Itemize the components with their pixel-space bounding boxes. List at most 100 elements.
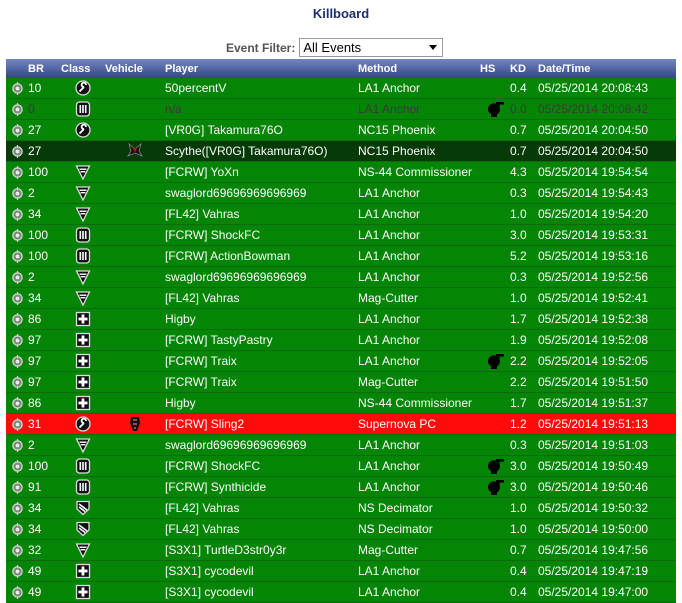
- method-cell: NS Decimator: [358, 501, 433, 515]
- player-link[interactable]: [FCRW] Sling2: [165, 417, 358, 431]
- datetime-cell: 05/25/2014 19:52:41: [538, 291, 649, 305]
- locate-icon[interactable]: [11, 81, 24, 95]
- class-cell: [61, 479, 105, 495]
- locate-icon[interactable]: [11, 354, 24, 368]
- table-row[interactable]: 100 [FCRW] ActionBowman LA1 Anchor 5.2 05/25…: [6, 246, 676, 267]
- locate-icon[interactable]: [11, 396, 24, 410]
- locate-icon[interactable]: [11, 291, 24, 305]
- player-link[interactable]: [S3X1] TurtleD3str0y3r: [165, 543, 358, 557]
- datetime-cell: 05/25/2014 19:54:43: [538, 186, 649, 200]
- locate-icon[interactable]: [11, 585, 24, 599]
- medic-icon: [75, 395, 91, 411]
- table-row[interactable]: 2 swaglord69696969696969 LA1 Anchor 0.3 05/2…: [6, 183, 676, 204]
- table-row[interactable]: 97 [FCRW] Traix Mag-Cutter 2.2 05/25/2014 19…: [6, 372, 676, 393]
- player-link[interactable]: 50percentV: [165, 81, 358, 95]
- locate-icon[interactable]: [11, 144, 24, 158]
- locate-icon[interactable]: [11, 543, 24, 557]
- column-header-hs[interactable]: HS: [480, 63, 510, 75]
- player-link[interactable]: [FL42] Vahras: [165, 522, 358, 536]
- locate-icon[interactable]: [11, 480, 24, 494]
- player-link[interactable]: swaglord69696969696969: [165, 438, 358, 452]
- table-row[interactable]: 49 [S3X1] cycodevil LA1 Anchor 0.4 05/25/201…: [6, 561, 676, 582]
- player-link[interactable]: [S3X1] cycodevil: [165, 564, 358, 578]
- table-row[interactable]: 97 [FCRW] Traix LA1 Anchor 2.2 05/25/2014 19…: [6, 351, 676, 372]
- column-header-br[interactable]: BR: [28, 63, 61, 75]
- table-row[interactable]: 100 [FCRW] ShockFC LA1 Anchor 3.0 05/25/2014…: [6, 225, 676, 246]
- datetime-cell: 05/25/2014 19:52:08: [538, 333, 649, 347]
- column-header-method[interactable]: Method: [358, 63, 480, 75]
- player-link[interactable]: [FL42] Vahras: [165, 501, 358, 515]
- table-row[interactable]: 34 [FL42] Vahras LA1 Anchor 1.0 05/25/2014 1…: [6, 204, 676, 225]
- locate-icon[interactable]: [11, 186, 24, 200]
- locate-icon[interactable]: [11, 564, 24, 578]
- locate-icon[interactable]: [11, 270, 24, 284]
- kd-cell: 1.9: [510, 333, 527, 347]
- column-header-vehicle[interactable]: Vehicle: [105, 63, 165, 75]
- player-link[interactable]: Higby: [165, 396, 358, 410]
- medic-icon: [75, 332, 91, 348]
- player-link[interactable]: swaglord69696969696969: [165, 186, 358, 200]
- player-link[interactable]: [FL42] Vahras: [165, 207, 358, 221]
- locate-icon[interactable]: [11, 123, 24, 137]
- table-row[interactable]: 100 [FCRW] ShockFC LA1 Anchor 3.0 05/25/2014…: [6, 456, 676, 477]
- locate-icon[interactable]: [11, 312, 24, 326]
- table-row[interactable]: 91 [FCRW] Synthicide LA1 Anchor 3.0 05/25/20…: [6, 477, 676, 498]
- table-row[interactable]: 86 Higby LA1 Anchor 1.7 05/25/2014 19:52:38: [6, 309, 676, 330]
- player-link[interactable]: n/a: [165, 102, 358, 116]
- player-link[interactable]: [FCRW] Traix: [165, 375, 358, 389]
- locate-icon[interactable]: [11, 165, 24, 179]
- table-row[interactable]: 34 [FL42] Vahras NS Decimator 1.0 05/25/2014…: [6, 498, 676, 519]
- column-header-datetime[interactable]: Date/Time: [538, 63, 676, 75]
- locate-icon[interactable]: [11, 249, 24, 263]
- player-link[interactable]: Scythe([VR0G] Takamura76O): [165, 144, 358, 158]
- locate-icon[interactable]: [11, 102, 24, 116]
- br-cell: 32: [28, 543, 42, 557]
- br-cell: 10: [28, 81, 42, 95]
- table-row[interactable]: 2 swaglord69696969696969 LA1 Anchor 0.3 05/2…: [6, 267, 676, 288]
- table-row[interactable]: 2 swaglord69696969696969 LA1 Anchor 0.3 05/2…: [6, 435, 676, 456]
- player-link[interactable]: [FCRW] TastyPastry: [165, 333, 358, 347]
- table-row[interactable]: 34 [FL42] Vahras NS Decimator 1.0 05/25/2014…: [6, 519, 676, 540]
- event-filter-select[interactable]: All Events: [299, 38, 444, 57]
- locate-icon[interactable]: [11, 207, 24, 221]
- locate-icon[interactable]: [11, 228, 24, 242]
- table-row[interactable]: 0 n/a LA1 Anchor 0.0 05/25/2014 20:08:42: [6, 99, 676, 120]
- table-row[interactable]: 27 Scythe([VR0G] Takamura76O) NC15 Phoenix…: [6, 141, 676, 162]
- table-row[interactable]: 10 50percentV LA1 Anchor 0.4 05/25/2014 20:0…: [6, 78, 676, 99]
- method-cell: Mag-Cutter: [358, 543, 419, 557]
- player-link[interactable]: [FCRW] ShockFC: [165, 459, 358, 473]
- class-cell: [61, 269, 105, 285]
- column-header-player[interactable]: Player: [165, 63, 358, 75]
- locate-icon[interactable]: [11, 417, 24, 431]
- table-row[interactable]: 34 [FL42] Vahras Mag-Cutter 1.0 05/25/2014 1…: [6, 288, 676, 309]
- player-link[interactable]: [S3X1] cycodevil: [165, 585, 358, 599]
- locate-icon[interactable]: [11, 501, 24, 515]
- column-header-kd[interactable]: KD: [510, 63, 538, 75]
- locate-icon[interactable]: [11, 375, 24, 389]
- table-row[interactable]: 31 [FCRW] Sling2 Supernova PC 1.2 05/25/2014…: [6, 414, 676, 435]
- table-row[interactable]: 97 [FCRW] TastyPastry LA1 Anchor 1.9 05/25/2…: [6, 330, 676, 351]
- player-link[interactable]: [FCRW] Traix: [165, 354, 358, 368]
- player-link[interactable]: [FCRW] Synthicide: [165, 480, 358, 494]
- table-row[interactable]: 32 [S3X1] TurtleD3str0y3r Mag-Cutter 0.7 05/…: [6, 540, 676, 561]
- player-link[interactable]: [VR0G] Takamura76O: [165, 123, 358, 137]
- player-link[interactable]: [FCRW] ShockFC: [165, 228, 358, 242]
- player-link[interactable]: [FCRW] ActionBowman: [165, 249, 358, 263]
- player-link[interactable]: [FL42] Vahras: [165, 291, 358, 305]
- table-row[interactable]: 86 Higby NS-44 Commissioner 1.7 05/25/2014 1…: [6, 393, 676, 414]
- table-row[interactable]: 49 [S3X1] cycodevil LA1 Anchor 0.4 05/25/201…: [6, 582, 676, 603]
- table-body: 10 50percentV LA1 Anchor 0.4 05/25/2014 20:0…: [6, 78, 676, 603]
- kd-cell: 0.3: [510, 186, 527, 200]
- locate-icon[interactable]: [11, 522, 24, 536]
- table-row[interactable]: 100 [FCRW] YoXn NS-44 Commissioner 4.3 05/25…: [6, 162, 676, 183]
- locate-icon[interactable]: [11, 459, 24, 473]
- heavy-assault-icon: [75, 521, 91, 537]
- datetime-cell: 05/25/2014 19:53:16: [538, 249, 649, 263]
- locate-icon[interactable]: [11, 333, 24, 347]
- player-link[interactable]: [FCRW] YoXn: [165, 165, 358, 179]
- column-header-class[interactable]: Class: [61, 63, 105, 75]
- player-link[interactable]: swaglord69696969696969: [165, 270, 358, 284]
- table-row[interactable]: 27 [VR0G] Takamura76O NC15 Phoenix 0.7 05/25…: [6, 120, 676, 141]
- player-link[interactable]: Higby: [165, 312, 358, 326]
- locate-icon[interactable]: [11, 438, 24, 452]
